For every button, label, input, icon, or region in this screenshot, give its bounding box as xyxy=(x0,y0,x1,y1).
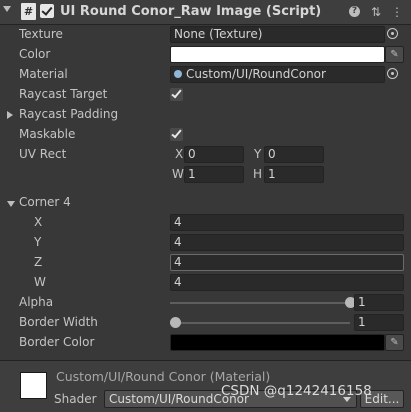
uv-h-label: H xyxy=(253,167,263,181)
color-row: Color ✎ xyxy=(0,45,411,65)
corner-z-label: Z xyxy=(34,255,43,269)
material-field[interactable]: Custom/UI/RoundConor xyxy=(170,66,385,83)
checkmark-icon xyxy=(41,4,53,16)
border-width-slider-handle[interactable] xyxy=(170,317,181,328)
border-width-row: Border Width 1 xyxy=(0,313,411,333)
raycast-target-label: Raycast Target xyxy=(19,87,108,101)
watermark: CSDN @q1242416158 xyxy=(221,383,372,399)
corner-z-row: Z 4 xyxy=(0,253,411,273)
alpha-row: Alpha 1 xyxy=(0,293,411,313)
maskable-row: Maskable xyxy=(0,125,411,145)
context-menu-icon[interactable]: ⋮ xyxy=(390,5,404,19)
border-width-value-field[interactable]: 1 xyxy=(354,314,404,331)
object-picker-icon[interactable] xyxy=(387,68,398,79)
shader-label: Shader xyxy=(54,392,97,406)
component-title: UI Round Conor_Raw Image (Script) xyxy=(60,4,322,19)
script-icon: # xyxy=(21,3,36,20)
foldout-arrow-icon[interactable] xyxy=(3,6,11,12)
uv-h-field[interactable]: 1 xyxy=(264,166,324,183)
border-color-swatch[interactable] xyxy=(170,334,385,351)
foldout-right-icon[interactable] xyxy=(7,111,13,119)
corner-w-row: W 4 xyxy=(0,273,411,293)
corner-x-field[interactable]: 4 xyxy=(170,214,404,231)
border-color-row: Border Color ✎ xyxy=(0,333,411,353)
texture-field[interactable]: None (Texture) xyxy=(170,26,385,43)
alpha-slider-track[interactable] xyxy=(170,302,350,304)
corner-y-field[interactable]: 4 xyxy=(170,234,404,251)
eyedropper-icon[interactable]: ✎ xyxy=(385,46,404,63)
corner-w-field[interactable]: 4 xyxy=(170,274,404,291)
corner-row[interactable]: Corner 4 xyxy=(0,193,411,213)
texture-label: Texture xyxy=(19,27,63,41)
border-width-label: Border Width xyxy=(19,315,98,329)
uv-x-label: X xyxy=(175,147,184,161)
material-name: Custom/UI/Round Conor (Material) xyxy=(56,369,271,384)
uv-rect-row-2: W 1 H 1 xyxy=(0,165,411,185)
maskable-checkbox[interactable] xyxy=(170,127,183,141)
corner-x-row: X 4 xyxy=(0,213,411,233)
border-color-label: Border Color xyxy=(19,335,95,349)
help-icon[interactable]: ? xyxy=(349,6,360,17)
border-width-slider-track[interactable] xyxy=(170,322,350,324)
material-row: Material Custom/UI/RoundConor xyxy=(0,65,411,85)
raycast-target-row: Raycast Target xyxy=(0,85,411,105)
preset-settings-icon[interactable]: ⇅ xyxy=(369,5,383,19)
corner-y-row: Y 4 xyxy=(0,233,411,253)
material-preview-thumbnail[interactable] xyxy=(20,372,47,399)
maskable-label: Maskable xyxy=(19,127,76,141)
material-value: Custom/UI/RoundConor xyxy=(186,67,326,81)
texture-row: Texture None (Texture) xyxy=(0,25,411,45)
alpha-value-field[interactable]: 1 xyxy=(354,294,404,311)
material-label: Material xyxy=(19,67,68,81)
raycast-padding-row[interactable]: Raycast Padding xyxy=(0,105,411,125)
uv-w-label: W xyxy=(172,167,184,181)
corner-label: Corner 4 xyxy=(19,195,71,209)
corner-x-label: X xyxy=(34,215,43,229)
raycast-padding-label: Raycast Padding xyxy=(19,107,119,121)
foldout-down-icon[interactable] xyxy=(7,201,15,207)
color-swatch[interactable] xyxy=(170,46,385,63)
material-icon xyxy=(174,70,182,78)
uv-y-label: Y xyxy=(254,147,262,161)
corner-w-label: W xyxy=(34,275,46,289)
checkmark-icon xyxy=(171,127,182,139)
uv-w-field[interactable]: 1 xyxy=(184,166,244,183)
component-header: # UI Round Conor_Raw Image (Script) ? ⇅ … xyxy=(0,0,411,25)
corner-y-label: Y xyxy=(34,235,42,249)
component-enabled-checkbox[interactable] xyxy=(40,4,54,18)
alpha-label: Alpha xyxy=(19,295,54,309)
color-label: Color xyxy=(19,47,51,61)
uv-x-field[interactable]: 0 xyxy=(184,146,244,163)
object-picker-icon[interactable] xyxy=(387,28,398,39)
uv-rect-label: UV Rect xyxy=(19,147,67,161)
uv-y-field[interactable]: 0 xyxy=(264,146,324,163)
corner-z-field[interactable]: 4 xyxy=(170,254,404,271)
uv-rect-row-1: UV Rect X 0 Y 0 xyxy=(0,145,411,165)
raycast-target-checkbox[interactable] xyxy=(170,87,183,101)
checkmark-icon xyxy=(171,87,182,99)
eyedropper-icon[interactable]: ✎ xyxy=(385,334,404,351)
